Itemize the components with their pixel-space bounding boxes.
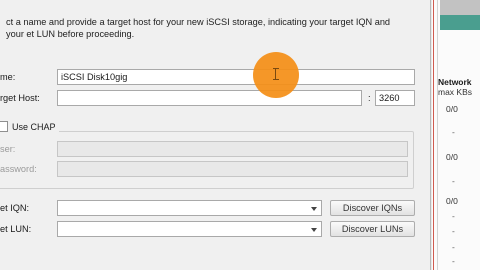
chap-user-label: ser: [0,144,16,154]
target-iqn-label: et IQN: [0,203,30,213]
background-window [432,0,480,270]
chevron-down-icon [311,207,317,211]
network-row-value: - [452,242,455,252]
target-port-input[interactable]: 3260 [375,90,415,106]
chap-legend: Use CHAP [0,121,59,132]
text-cursor-icon [273,68,279,80]
network-row-value: 0/0 [446,196,458,206]
chevron-down-icon [311,228,317,232]
use-chap-label: Use CHAP [12,121,56,132]
target-host-input[interactable] [57,90,362,106]
port-separator: : [368,93,371,103]
background-titlebar [440,0,480,15]
chap-user-input[interactable] [57,141,408,157]
use-chap-checkbox[interactable] [0,121,8,132]
chap-groupbox [0,131,414,189]
iscsi-storage-dialog: ct a name and provide a target host for … [0,0,431,270]
background-header-bar [440,15,480,30]
network-row-value: - [452,176,455,186]
network-row-value: - [452,256,455,266]
network-row-value: - [452,226,455,236]
name-input[interactable]: iSCSI Disk10gig [57,69,415,85]
window-edge [433,0,434,270]
chap-password-label: assword: [0,164,37,174]
discover-luns-button[interactable]: Discover LUNs [330,221,415,237]
discover-iqns-button[interactable]: Discover IQNs [330,200,415,216]
target-host-label: rget Host: [0,93,40,103]
network-row-value: - [452,127,455,137]
target-lun-label: et LUN: [0,224,32,234]
network-row-value: - [452,211,455,221]
name-label: me: [0,72,16,82]
target-lun-dropdown[interactable] [57,221,322,237]
network-row-value: 0/0 [446,152,458,162]
target-iqn-dropdown[interactable] [57,200,322,216]
instructions-text: ct a name and provide a target host for … [6,17,391,39]
chap-password-input[interactable] [57,161,408,177]
network-column-header: Network [438,77,472,87]
network-column-subheader: max KBs [438,87,473,97]
window-edge-inner [437,0,438,270]
network-row-value: 0/0 [446,104,458,114]
